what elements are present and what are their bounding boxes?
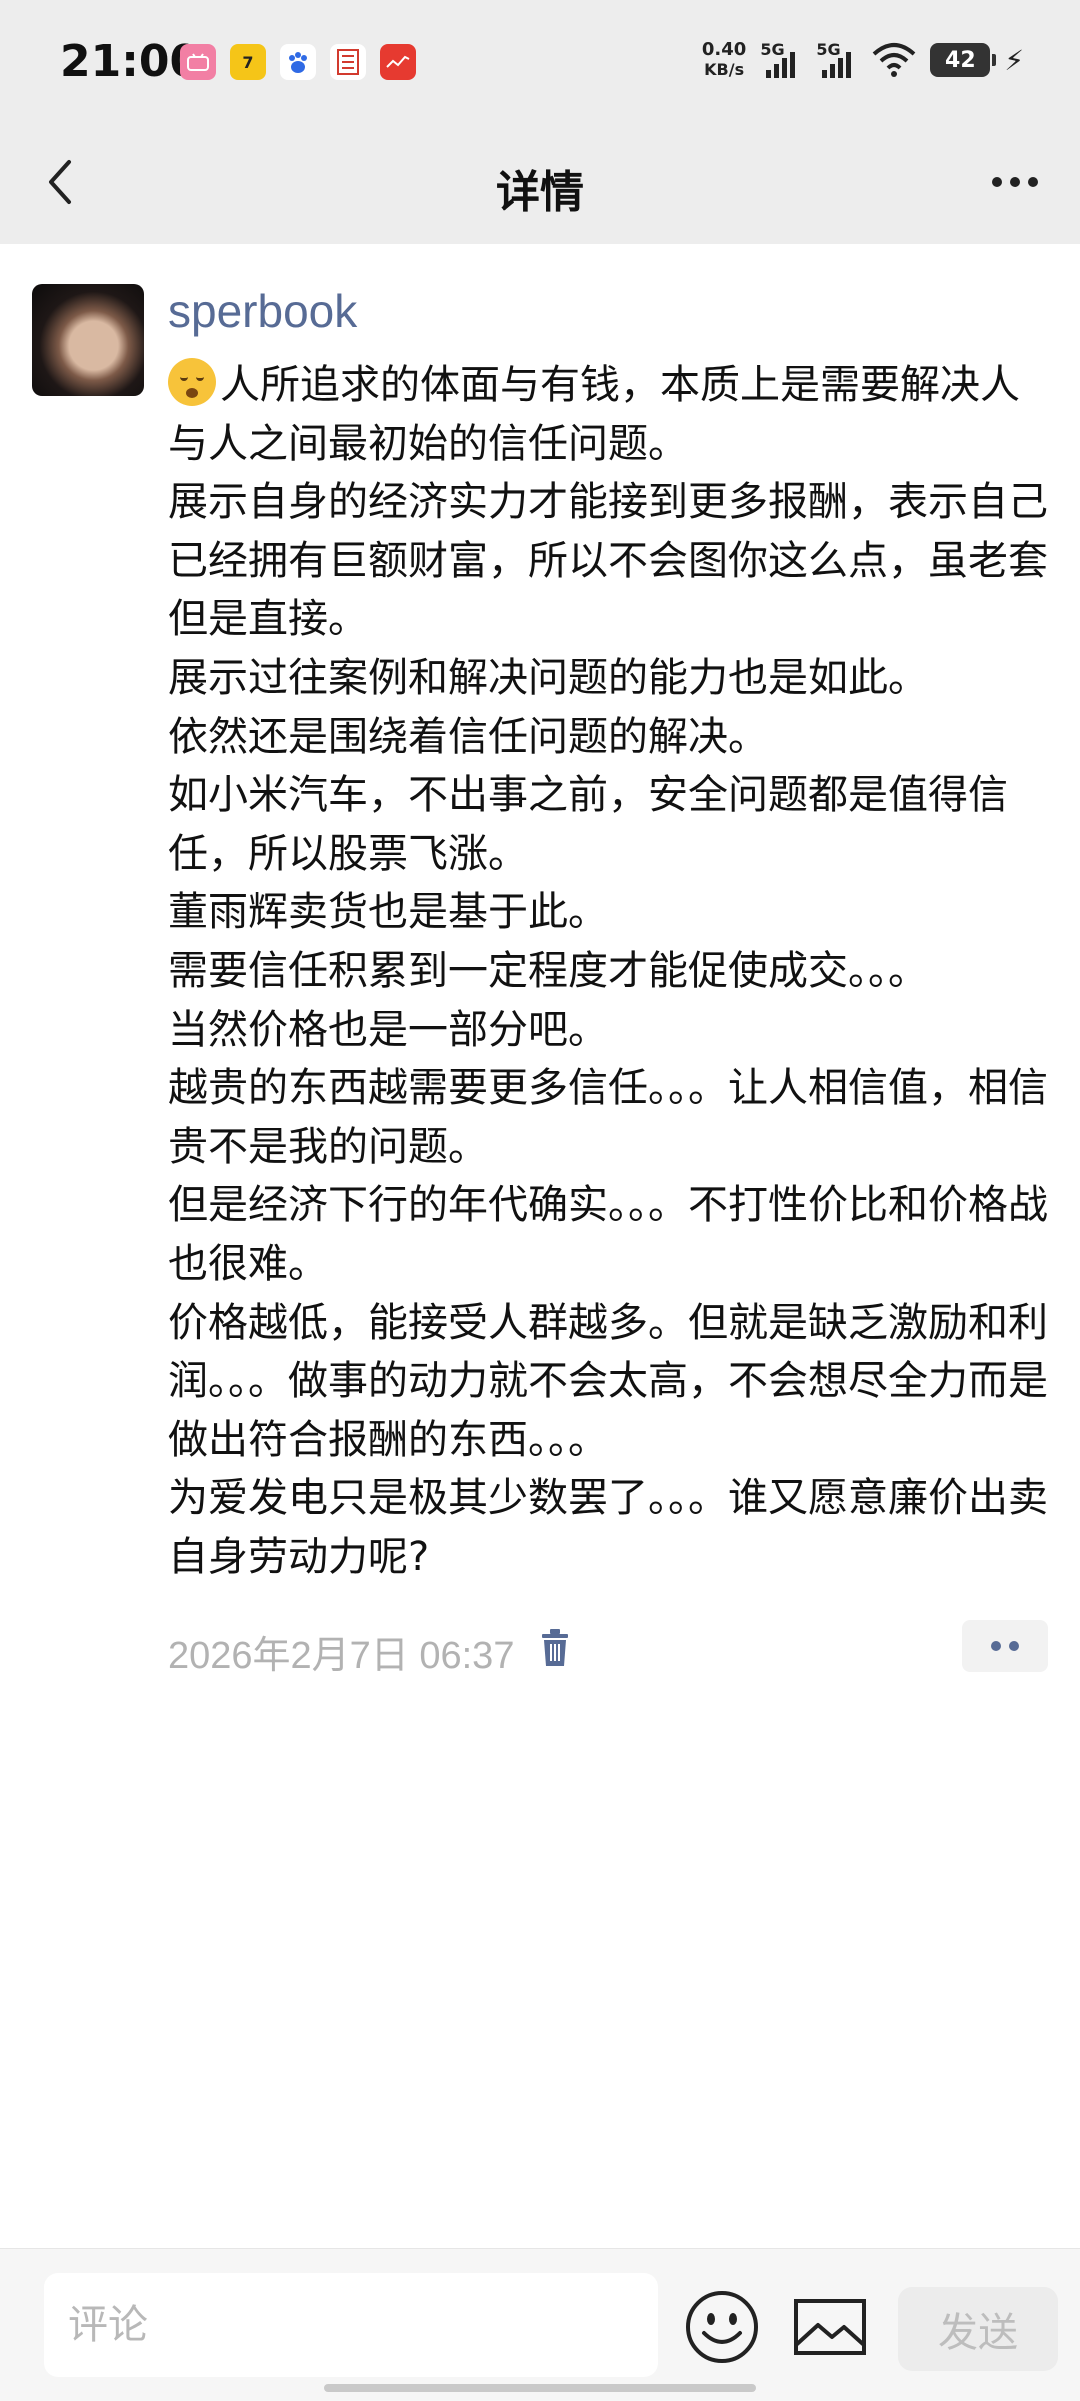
comment-bar: 发送 <box>0 2248 1080 2401</box>
battery-level: 42 <box>945 47 976 73</box>
stock-app-icon <box>380 44 416 80</box>
post-line: 如小米汽车，不出事之前，安全问题都是值得信任，所以股票飞涨。 <box>168 772 1008 877</box>
status-bar: 21:00 7 0.40 KB/s 5G 5G 42 ⚡ <box>0 0 1080 120</box>
delete-button[interactable] <box>538 1628 572 1668</box>
home-indicator[interactable] <box>324 2384 756 2392</box>
bilibili-icon <box>180 44 216 80</box>
wifi-icon <box>872 43 916 77</box>
network-speed: 0.40 KB/s <box>702 40 746 80</box>
page-title: 详情 <box>496 167 584 218</box>
dots-icon <box>991 1641 1001 1651</box>
network-speed-unit: KB/s <box>704 60 745 79</box>
send-button[interactable]: 发送 <box>898 2287 1058 2371</box>
network-speed-value: 0.40 <box>701 39 747 60</box>
seal-icon <box>330 44 366 80</box>
notification-icons: 7 <box>180 44 416 80</box>
status-indicators: 0.40 KB/s 5G 5G 42 ⚡ <box>702 40 1024 80</box>
avatar[interactable] <box>32 284 144 396</box>
post-line: 为爱发电只是极其少数罢了。。。谁又愿意廉价出卖自身劳动力呢? <box>168 1475 1048 1580</box>
post-line: 董雨辉卖货也是基于此。 <box>168 889 608 936</box>
post-line: 但是经济下行的年代确实。。。不打性价比和价格战也很难。 <box>168 1182 1048 1287</box>
post-line: 展示过往案例和解决问题的能力也是如此。 <box>168 654 928 701</box>
charging-icon: ⚡ <box>1004 43 1024 77</box>
more-button[interactable] <box>980 160 1050 204</box>
header: 详情 <box>0 120 1080 244</box>
signal-icon: 5G <box>816 40 858 80</box>
app-7-icon: 7 <box>230 44 266 80</box>
top-area: 21:00 7 0.40 KB/s 5G 5G 42 ⚡ 详情 <box>0 0 1080 244</box>
post-line: 当然价格也是一部分吧。 <box>168 1006 608 1053</box>
post-meta: 2026年2月7日 06:37 <box>168 1620 1048 1677</box>
battery-icon: 42 <box>930 43 997 77</box>
username[interactable]: sperbook <box>168 284 357 338</box>
post-line: 依然还是围绕着信任问题的解决。 <box>168 713 768 760</box>
post-paragraph: 人所追求的体面与有钱，本质上是需要解决人与人之间最初始的信任问题。 <box>168 356 1048 473</box>
post-line: 需要信任积累到一定程度才能促使成交。。。 <box>168 947 928 994</box>
image-button[interactable] <box>792 2293 868 2361</box>
kiss-emoji-icon <box>168 358 216 406</box>
post-line: 越贵的东西越需要更多信任。。。让人相信值，相信贵不是我的问题。 <box>168 1065 1048 1170</box>
more-icon <box>992 177 1002 187</box>
post-content: 人所追求的体面与有钱，本质上是需要解决人与人之间最初始的信任问题。 展示自身的经… <box>168 356 1048 1586</box>
post-line: 展示自身的经济实力才能接到更多报酬，表示自己已经拥有巨额财富，所以不会图你这么点… <box>168 479 1048 643</box>
emoji-button[interactable] <box>684 2289 760 2365</box>
comment-input[interactable] <box>44 2273 658 2377</box>
post-timestamp: 2026年2月7日 06:37 <box>168 1635 515 1677</box>
post-line: 价格越低，能接受人群越多。但就是缺乏激励和利润。。。做事的动力就不会太高，不会想… <box>168 1299 1048 1463</box>
baidu-icon <box>280 44 316 80</box>
like-comment-button[interactable] <box>962 1620 1048 1672</box>
post-line: 人所追求的体面与有钱，本质上是需要解决人与人之间最初始的信任问题。 <box>168 362 1020 467</box>
signal-icon: 5G <box>760 40 802 80</box>
